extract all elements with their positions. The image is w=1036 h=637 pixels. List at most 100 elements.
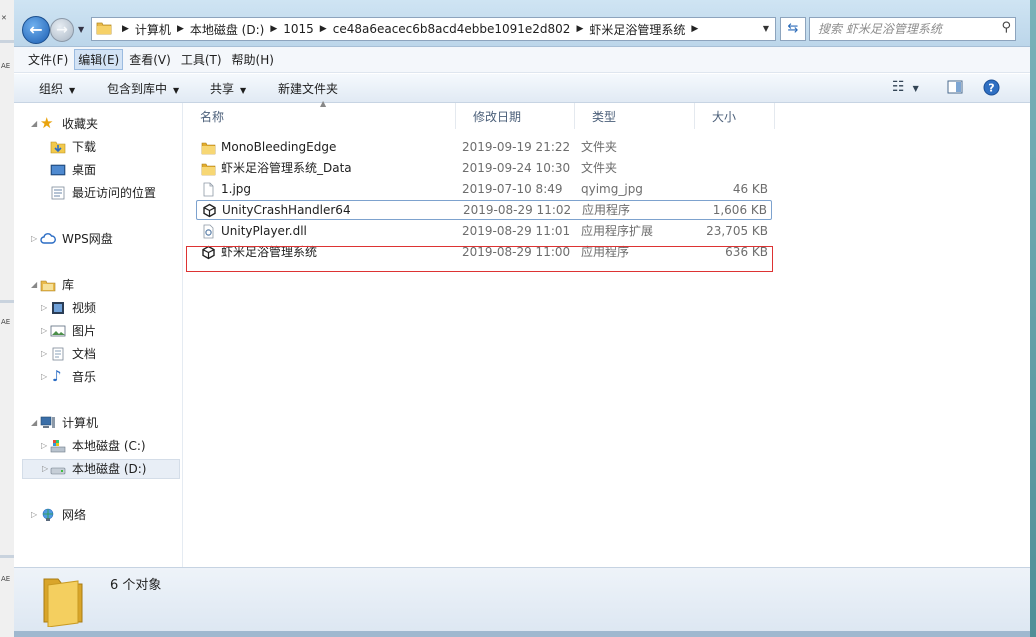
nav-drive-c[interactable]: ▷ 本地磁盘 (C:) (14, 436, 182, 456)
file-list-pane: ▲ 名称 修改日期 类型 大小 MonoBleedingEdge 2019-09… (183, 99, 1030, 567)
column-header-date[interactable]: 修改日期 (456, 103, 575, 129)
nav-wps-cloud[interactable]: ▷ WPS网盘 (14, 229, 182, 249)
file-type: 应用程序扩展 (581, 224, 654, 238)
help-button[interactable]: ? (983, 79, 1000, 100)
preview-pane-button[interactable] (947, 79, 963, 99)
nav-pictures[interactable]: ▷ 图片 (14, 321, 182, 341)
chevron-right-icon[interactable]: ▶ (122, 24, 129, 34)
include-in-library-button[interactable]: 包含到库中 ▼ (107, 80, 179, 97)
nav-documents[interactable]: ▷ 文档 (14, 344, 182, 364)
breadcrumb-current-folder[interactable]: 虾米足浴管理系统 (589, 21, 685, 38)
file-row-focused[interactable]: UnityCrashHandler64 2019-08-29 11:02 应用程… (196, 200, 772, 220)
share-button[interactable]: 共享 ▼ (210, 80, 246, 97)
recent-pages-dropdown[interactable]: ▼ (78, 25, 84, 34)
search-box: ⚲ (809, 17, 1016, 41)
background-glyph: AE (1, 318, 11, 326)
unity-app-icon (203, 203, 216, 218)
system-drive-icon (50, 440, 66, 453)
close-icon: ✕ (1, 14, 7, 22)
explorer-window: ← → ▼ ▶ 计算机 ▶ 本地磁盘 (D:) ▶ 1015 ▶ ce48a6e… (14, 0, 1036, 637)
chevron-right-icon[interactable]: ▶ (320, 24, 327, 34)
expanded-triangle-icon[interactable]: ◢ (31, 275, 37, 295)
breadcrumb-drive-d[interactable]: 本地磁盘 (D:) (190, 21, 264, 38)
unity-app-icon (202, 245, 215, 260)
organize-button[interactable]: 组织 ▼ (39, 80, 75, 97)
chevron-right-icon[interactable]: ▶ (177, 24, 184, 34)
nav-libraries-label: 库 (62, 278, 75, 292)
menu-edit[interactable]: 编辑(E) (74, 49, 124, 70)
file-row[interactable]: MonoBleedingEdge 2019-09-19 21:22 文件夹 (196, 137, 772, 157)
file-row[interactable]: UnityPlayer.dll 2019-08-29 11:01 应用程序扩展 … (196, 221, 772, 241)
chevron-right-icon[interactable]: ▶ (270, 24, 277, 34)
pictures-icon (50, 325, 66, 337)
file-row[interactable]: 1.jpg 2019-07-10 8:49 qyimg_jpg 46 KB (196, 179, 772, 199)
search-input[interactable] (816, 20, 990, 38)
background-glyph: AE (1, 62, 11, 70)
nav-network[interactable]: ▷ 网络 (14, 505, 182, 525)
collapsed-triangle-icon[interactable]: ▷ (42, 459, 48, 479)
menu-view[interactable]: 查看(V) (125, 49, 175, 70)
menu-tools[interactable]: 工具(T) (177, 49, 226, 70)
collapsed-triangle-icon[interactable]: ▷ (41, 298, 47, 318)
network-icon (42, 508, 54, 521)
collapsed-triangle-icon[interactable]: ▷ (41, 321, 47, 341)
breadcrumb-hash-folder[interactable]: ce48a6eacec6b8acd4ebbe1091e2d802 (333, 22, 571, 36)
expanded-triangle-icon[interactable]: ◢ (31, 413, 37, 433)
background-divider (0, 555, 14, 558)
file-size: 46 KB (732, 182, 768, 196)
view-list-icon: ☷ (892, 79, 905, 95)
file-row[interactable]: 虾米足浴管理系统 2019-08-29 11:00 应用程序 636 KB (196, 242, 772, 262)
back-button[interactable]: ← (22, 16, 50, 44)
file-name: UnityPlayer.dll (221, 224, 307, 238)
forward-arrow-icon: → (56, 22, 68, 38)
column-header-type[interactable]: 类型 (575, 103, 695, 129)
refresh-button[interactable]: ⇆ (780, 17, 806, 41)
nav-downloads[interactable]: 下载 (14, 137, 182, 157)
chevron-right-icon[interactable]: ▶ (576, 24, 583, 34)
share-label: 共享 (210, 82, 235, 96)
file-type: 应用程序 (581, 245, 630, 259)
collapsed-triangle-icon[interactable]: ▷ (41, 436, 47, 456)
nav-computer-label: 计算机 (62, 416, 99, 430)
address-history-dropdown[interactable]: ▼ (763, 24, 769, 33)
nav-recent-places[interactable]: 最近访问的位置 (14, 183, 182, 203)
file-type: 应用程序 (582, 203, 631, 217)
nav-computer[interactable]: ◢ 计算机 (14, 413, 182, 433)
collapsed-triangle-icon[interactable]: ▷ (31, 229, 37, 249)
search-icon[interactable]: ⚲ (1001, 20, 1011, 35)
menu-file[interactable]: 文件(F) (24, 49, 72, 70)
view-options-button[interactable]: ☷ ▼ (892, 79, 919, 95)
cloud-icon (40, 233, 56, 244)
collapsed-triangle-icon[interactable]: ▷ (41, 367, 47, 387)
file-date: 2019-09-19 21:22 (462, 140, 571, 154)
menu-help[interactable]: 帮助(H) (228, 49, 278, 70)
collapsed-triangle-icon[interactable]: ▷ (41, 344, 47, 364)
file-name: UnityCrashHandler64 (222, 203, 351, 217)
address-row: ← → ▼ ▶ 计算机 ▶ 本地磁盘 (D:) ▶ 1015 ▶ ce48a6e… (14, 0, 1030, 47)
column-header-size[interactable]: 大小 (695, 103, 775, 129)
new-folder-label: 新建文件夹 (278, 82, 339, 96)
forward-button[interactable]: → (50, 18, 74, 42)
video-icon (52, 302, 64, 314)
preview-pane-icon (947, 80, 963, 94)
dll-file-icon (203, 224, 214, 239)
nav-drive-d[interactable]: ▷ 本地磁盘 (D:) (22, 459, 180, 479)
collapsed-triangle-icon[interactable]: ▷ (31, 505, 37, 525)
nav-desktop[interactable]: 桌面 (14, 160, 182, 180)
nav-favorites[interactable]: ◢ ★ 收藏夹 (14, 114, 182, 134)
chevron-down-icon: ▼ (69, 86, 76, 95)
chevron-right-icon[interactable]: ▶ (691, 24, 698, 34)
refresh-icon: ⇆ (787, 21, 799, 36)
nav-music[interactable]: ▷ ♪ 音乐 (14, 367, 182, 387)
nav-documents-label: 文档 (72, 347, 97, 361)
breadcrumb-1015[interactable]: 1015 (283, 22, 314, 36)
nav-videos[interactable]: ▷ 视频 (14, 298, 182, 318)
breadcrumb-computer[interactable]: 计算机 (135, 21, 171, 38)
new-folder-button[interactable]: 新建文件夹 (278, 80, 338, 97)
column-header-name[interactable]: 名称 (183, 103, 456, 129)
file-row[interactable]: 虾米足浴管理系统_Data 2019-09-24 10:30 文件夹 (196, 158, 772, 178)
expanded-triangle-icon[interactable]: ◢ (31, 114, 37, 134)
address-bar[interactable]: ▶ 计算机 ▶ 本地磁盘 (D:) ▶ 1015 ▶ ce48a6eacec6b… (91, 17, 776, 41)
nav-libraries[interactable]: ◢ 库 (14, 275, 182, 295)
file-type: qyimg_jpg (581, 182, 643, 196)
